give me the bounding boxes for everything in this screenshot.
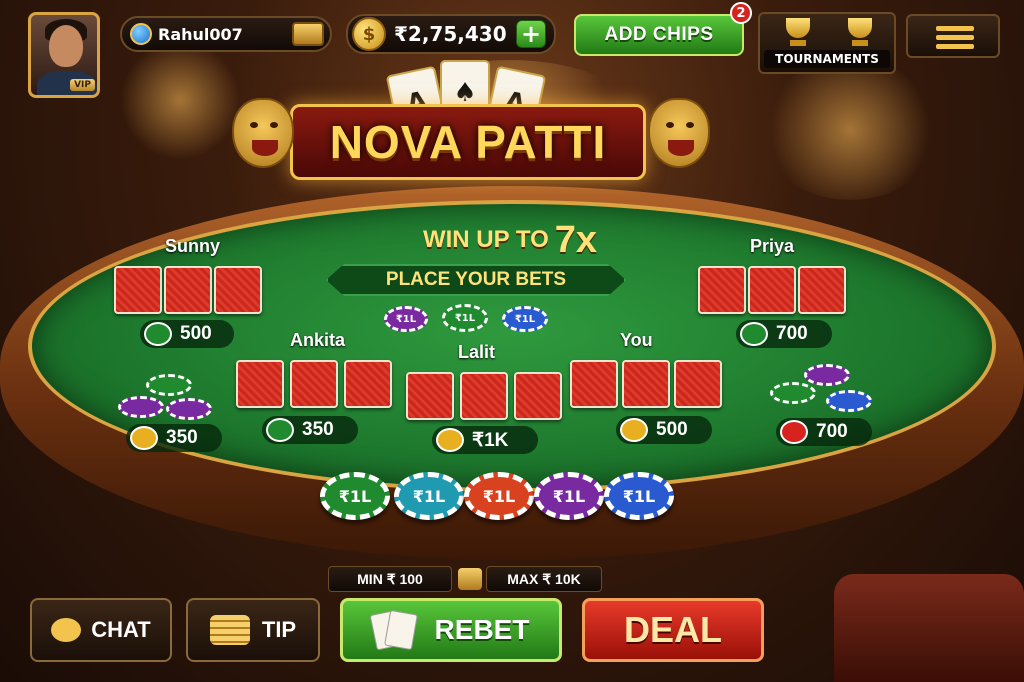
cards-icon xyxy=(369,609,418,651)
chat-bubble-icon xyxy=(51,618,82,642)
chat-button[interactable]: CHAT xyxy=(30,598,172,662)
globe-icon xyxy=(130,23,152,45)
vip-badge: VIP xyxy=(70,79,95,91)
game-title: NOVA PATTI xyxy=(329,116,607,168)
win-multiplier: 7x xyxy=(554,218,598,261)
coin-icon: $ xyxy=(352,17,386,51)
background-light xyxy=(760,60,940,200)
chip-icon xyxy=(780,420,808,444)
chip-icon xyxy=(436,428,464,452)
tip-button[interactable]: TIP xyxy=(186,598,320,662)
balance-pill: $ ₹2,75,430 + xyxy=(346,14,556,54)
card-back xyxy=(460,372,508,420)
player-name-lalit: Lalit xyxy=(458,342,496,362)
win-up-banner: WIN UP TO 7x xyxy=(340,219,680,261)
min-bet-label: MIN ₹ 100 xyxy=(328,566,452,592)
tiger-head-icon xyxy=(648,98,710,168)
card-back[interactable] xyxy=(674,360,722,408)
card-back xyxy=(406,372,454,420)
card-back xyxy=(290,360,338,408)
player-name-ankita: Ankita xyxy=(290,330,346,350)
card-back[interactable] xyxy=(570,360,618,408)
chip-icon xyxy=(130,426,158,450)
swap-icon[interactable] xyxy=(458,568,482,590)
rebet-button[interactable]: REBET xyxy=(340,598,562,662)
chip-stack xyxy=(826,390,872,412)
card-back xyxy=(748,266,796,314)
player-name-you: You xyxy=(620,330,653,350)
chip-select-3[interactable]: ₹1L xyxy=(464,472,534,520)
card-back xyxy=(344,360,392,408)
bet-amount-ankita: 350 xyxy=(262,416,358,444)
bet-amount-lalit: ₹1K xyxy=(432,426,538,454)
chip-icon xyxy=(144,322,172,346)
side-bet-left: 350 xyxy=(126,424,222,452)
chip-select-5[interactable]: ₹1L xyxy=(604,472,674,520)
win-prefix: WIN UP TO xyxy=(422,226,549,253)
player-avatar[interactable]: VIP xyxy=(28,12,100,98)
bet-amount-you: 500 xyxy=(616,416,712,444)
tournaments-label: TOURNAMENTS xyxy=(764,50,890,68)
trophy-icon xyxy=(780,18,816,48)
player-name-sunny: Sunny xyxy=(165,236,221,256)
card-back xyxy=(114,266,162,314)
card-back xyxy=(164,266,212,314)
chip-stack xyxy=(146,374,192,396)
place-bets-banner: PLACE YOUR BETS xyxy=(326,264,626,296)
menu-icon xyxy=(936,26,974,31)
background-light xyxy=(120,40,240,160)
casino-chair xyxy=(834,574,1024,682)
add-chips-button[interactable]: ADD CHIPS xyxy=(574,14,744,56)
tiger-head-icon xyxy=(232,98,294,168)
chip-select-1[interactable]: ₹1L xyxy=(320,472,390,520)
chip-icon xyxy=(266,418,294,442)
chip-stack xyxy=(166,398,212,420)
username-pill[interactable]: Rahul007 xyxy=(120,16,332,52)
card-back xyxy=(214,266,262,314)
treasure-chest-icon[interactable] xyxy=(292,22,324,46)
bet-amount-priya: 700 xyxy=(736,320,832,348)
card-back xyxy=(514,372,562,420)
trophy-icon xyxy=(842,18,878,48)
deal-button[interactable]: DEAL xyxy=(582,598,764,662)
balance-amount: ₹2,75,430 xyxy=(394,22,507,46)
max-bet-label: MAX ₹ 10K xyxy=(486,566,602,592)
table-chip: ₹1L xyxy=(502,306,548,332)
card-back[interactable] xyxy=(622,360,670,408)
menu-button[interactable] xyxy=(906,14,1000,58)
tournaments-button[interactable]: TOURNAMENTS xyxy=(758,12,896,74)
chip-icon xyxy=(620,418,648,442)
chip-stack xyxy=(118,396,164,418)
chip-select-4[interactable]: ₹1L xyxy=(534,472,604,520)
game-logo: NOVA PATTI xyxy=(290,104,646,180)
player-name-priya: Priya xyxy=(750,236,795,256)
chip-select-2[interactable]: ₹1L xyxy=(394,472,464,520)
card-back xyxy=(798,266,846,314)
add-balance-button[interactable]: + xyxy=(516,20,546,48)
table-chip: ₹1L xyxy=(442,304,488,332)
notification-badge: 2 xyxy=(730,2,752,24)
card-back xyxy=(698,266,746,314)
table-chip: ₹1L xyxy=(384,306,428,332)
side-bet-right: 700 xyxy=(776,418,872,446)
chip-stack xyxy=(804,364,850,386)
username: Rahul007 xyxy=(158,24,243,44)
bet-amount-sunny: 500 xyxy=(140,320,234,348)
chip-stack xyxy=(770,382,816,404)
card-back xyxy=(236,360,284,408)
coins-stack-icon xyxy=(209,615,250,645)
chip-icon xyxy=(740,322,768,346)
